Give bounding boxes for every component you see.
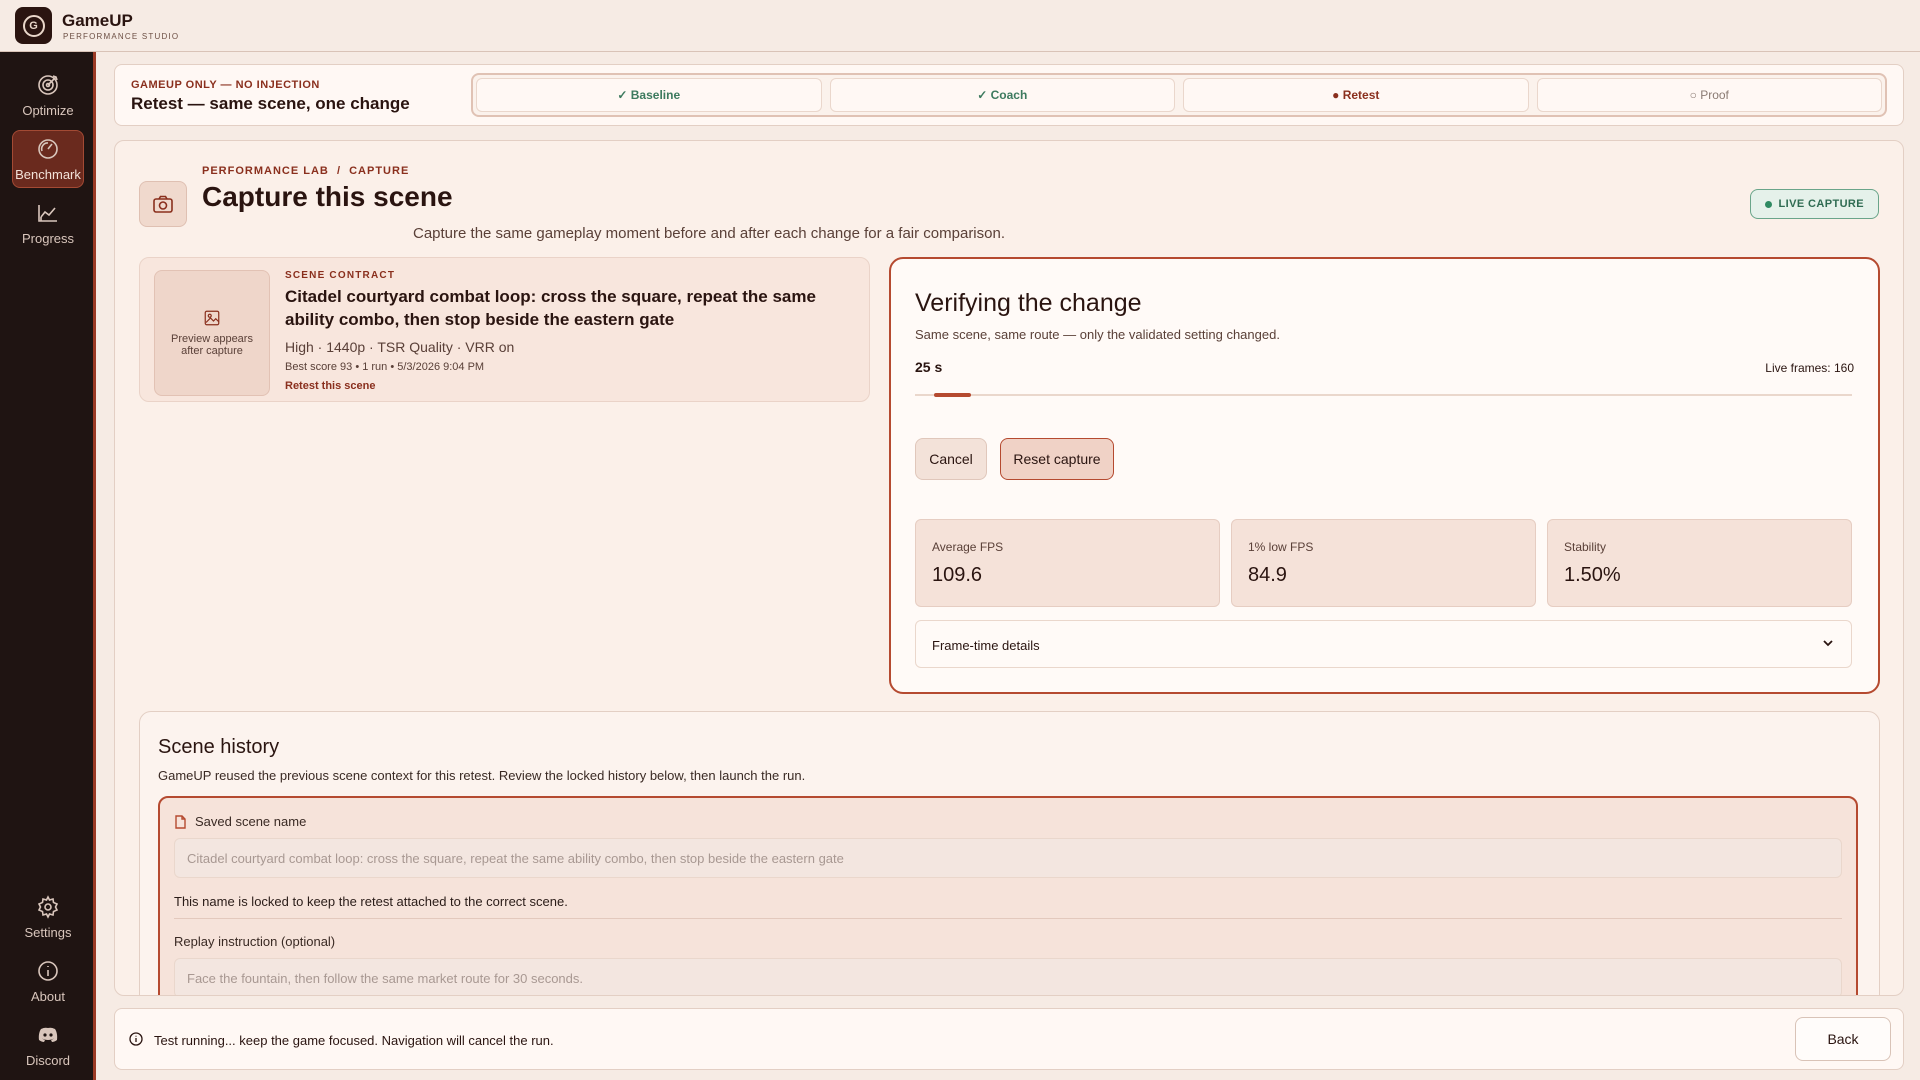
sidebar-item-label: Settings (24, 924, 72, 940)
saved-scene-name-help: This name is locked to keep the retest a… (174, 894, 568, 909)
scene-contract-kicker: SCENE CONTRACT (285, 270, 396, 281)
stepper-kicker: GAMEUP ONLY — NO INJECTION (131, 79, 320, 91)
replay-instruction-label: Replay instruction (optional) (174, 934, 335, 949)
sidebar-item-label: Optimize (22, 102, 74, 118)
scene-meta: High · 1440p · TSR Quality · VRR on (285, 339, 515, 355)
info-icon (38, 960, 58, 981)
sidebar-item-label: Progress (21, 230, 75, 246)
status-footer: Test running... keep the game focused. N… (114, 1008, 1904, 1070)
saved-scene-name-field[interactable]: Citadel courtyard combat loop: cross the… (174, 838, 1842, 878)
field-label-text: Saved scene name (195, 814, 307, 829)
sidebar-item-optimize[interactable]: Optimize (12, 66, 84, 124)
scene-preview: Preview appears after capture (154, 270, 270, 396)
target-icon (38, 74, 58, 95)
app-logo: G (15, 7, 52, 44)
verify-card: Verifying the change Same scene, same ro… (889, 257, 1880, 694)
sidebar: Optimize Benchmark Progress Settings Abo… (0, 52, 96, 1080)
breadcrumb: PERFORMANCE LAB / CAPTURE (202, 165, 410, 177)
metric-stability: Stability 1.50% (1547, 519, 1852, 607)
verify-subtitle: Same scene, same route — only the valida… (915, 327, 1280, 342)
image-icon (204, 310, 220, 326)
camera-badge (139, 181, 187, 227)
document-icon (175, 814, 186, 829)
sidebar-item-label: About (31, 988, 65, 1004)
live-dot-icon (1764, 200, 1772, 208)
scene-best-score: Best score 93 • 1 run • 5/3/2026 9:04 PM (285, 361, 485, 373)
cancel-button[interactable]: Cancel (915, 438, 987, 480)
scene-title: Citadel courtyard combat loop: cross the… (285, 287, 816, 329)
info-icon (129, 1032, 143, 1046)
metric-value: 1.50% (1564, 564, 1621, 586)
step-list: ✓ Baseline ✓ Coach ● Retest ○ Proof (471, 73, 1887, 117)
workflow-stepper: GAMEUP ONLY — NO INJECTION Retest — same… (114, 64, 1904, 126)
back-button[interactable]: Back (1795, 1017, 1891, 1061)
app-subtitle: PERFORMANCE STUDIO (63, 32, 180, 41)
metric-label: Stability (1564, 540, 1607, 554)
scene-history: Scene history GameUP reused the previous… (139, 711, 1880, 995)
sidebar-item-discord[interactable]: Discord (12, 1016, 84, 1074)
metric-value: 109.6 (932, 564, 983, 586)
metric-value: 84.9 (1248, 564, 1287, 586)
field-label-text: Replay instruction (optional) (174, 934, 336, 949)
history-title: Scene history (158, 736, 280, 758)
stepper-title: Retest — same scene, one change (131, 94, 410, 113)
sidebar-item-label: Benchmark (15, 166, 81, 182)
locked-history-box: Saved scene name Citadel courtyard comba… (158, 796, 1858, 995)
sidebar-item-progress[interactable]: Progress (12, 194, 84, 252)
metric-low-fps: 1% low FPS 84.9 (1231, 519, 1536, 607)
status-text: Test running... keep the game focused. N… (154, 1033, 554, 1048)
logo-mark: G (22, 14, 45, 37)
divider (174, 918, 1842, 919)
app-title: GameUP (62, 11, 133, 30)
page-title: Capture this scene (202, 181, 453, 212)
camera-icon (153, 195, 173, 213)
verify-title: Verifying the change (915, 289, 1142, 317)
scene-contract-card: Preview appears after capture SCENE CONT… (139, 257, 870, 402)
capture-progress (915, 393, 1852, 397)
elapsed-time: 25 s (915, 359, 943, 375)
sidebar-item-about[interactable]: About (12, 952, 84, 1010)
live-capture-badge: LIVE CAPTURE (1749, 189, 1879, 219)
progress-fill (933, 393, 972, 397)
sidebar-item-benchmark[interactable]: Benchmark (12, 130, 84, 188)
retest-scene-link[interactable]: Retest this scene (285, 380, 375, 392)
frame-time-details-toggle[interactable]: Frame-time details (915, 620, 1852, 668)
top-bar: G GameUP PERFORMANCE STUDIO (0, 0, 1920, 52)
sidebar-item-label: Discord (25, 1052, 71, 1068)
step-retest[interactable]: ● Retest (1183, 78, 1529, 112)
saved-scene-name-label: Saved scene name (174, 814, 306, 829)
chart-icon (38, 204, 57, 222)
metric-label: Average FPS (932, 540, 1004, 554)
step-baseline[interactable]: ✓ Baseline (476, 78, 822, 112)
capture-panel: PERFORMANCE LAB / CAPTURE Capture this s… (114, 140, 1904, 996)
step-proof[interactable]: ○ Proof (1536, 78, 1882, 112)
page-subtitle: Capture the same gameplay moment before … (413, 225, 1005, 242)
discord-icon (38, 1027, 58, 1042)
gauge-icon (38, 138, 58, 159)
metric-average-fps: Average FPS 109.6 (915, 519, 1220, 607)
replay-instruction-field[interactable]: Face the fountain, then follow the same … (174, 958, 1842, 995)
history-subtitle: GameUP reused the previous scene context… (158, 768, 806, 783)
sidebar-item-settings[interactable]: Settings (12, 888, 84, 946)
chevron-down-icon (1821, 636, 1835, 650)
step-coach[interactable]: ✓ Coach (829, 78, 1175, 112)
preview-text: Preview appears after capture (171, 333, 253, 357)
gear-icon (37, 894, 59, 919)
live-badge-label: LIVE CAPTURE (1778, 198, 1864, 210)
reset-capture-button[interactable]: Reset capture (1000, 438, 1114, 480)
frame-time-details-label: Frame-time details (932, 638, 1040, 653)
live-frames: Live frames: 160 (1765, 361, 1854, 375)
metric-label: 1% low FPS (1248, 540, 1314, 554)
